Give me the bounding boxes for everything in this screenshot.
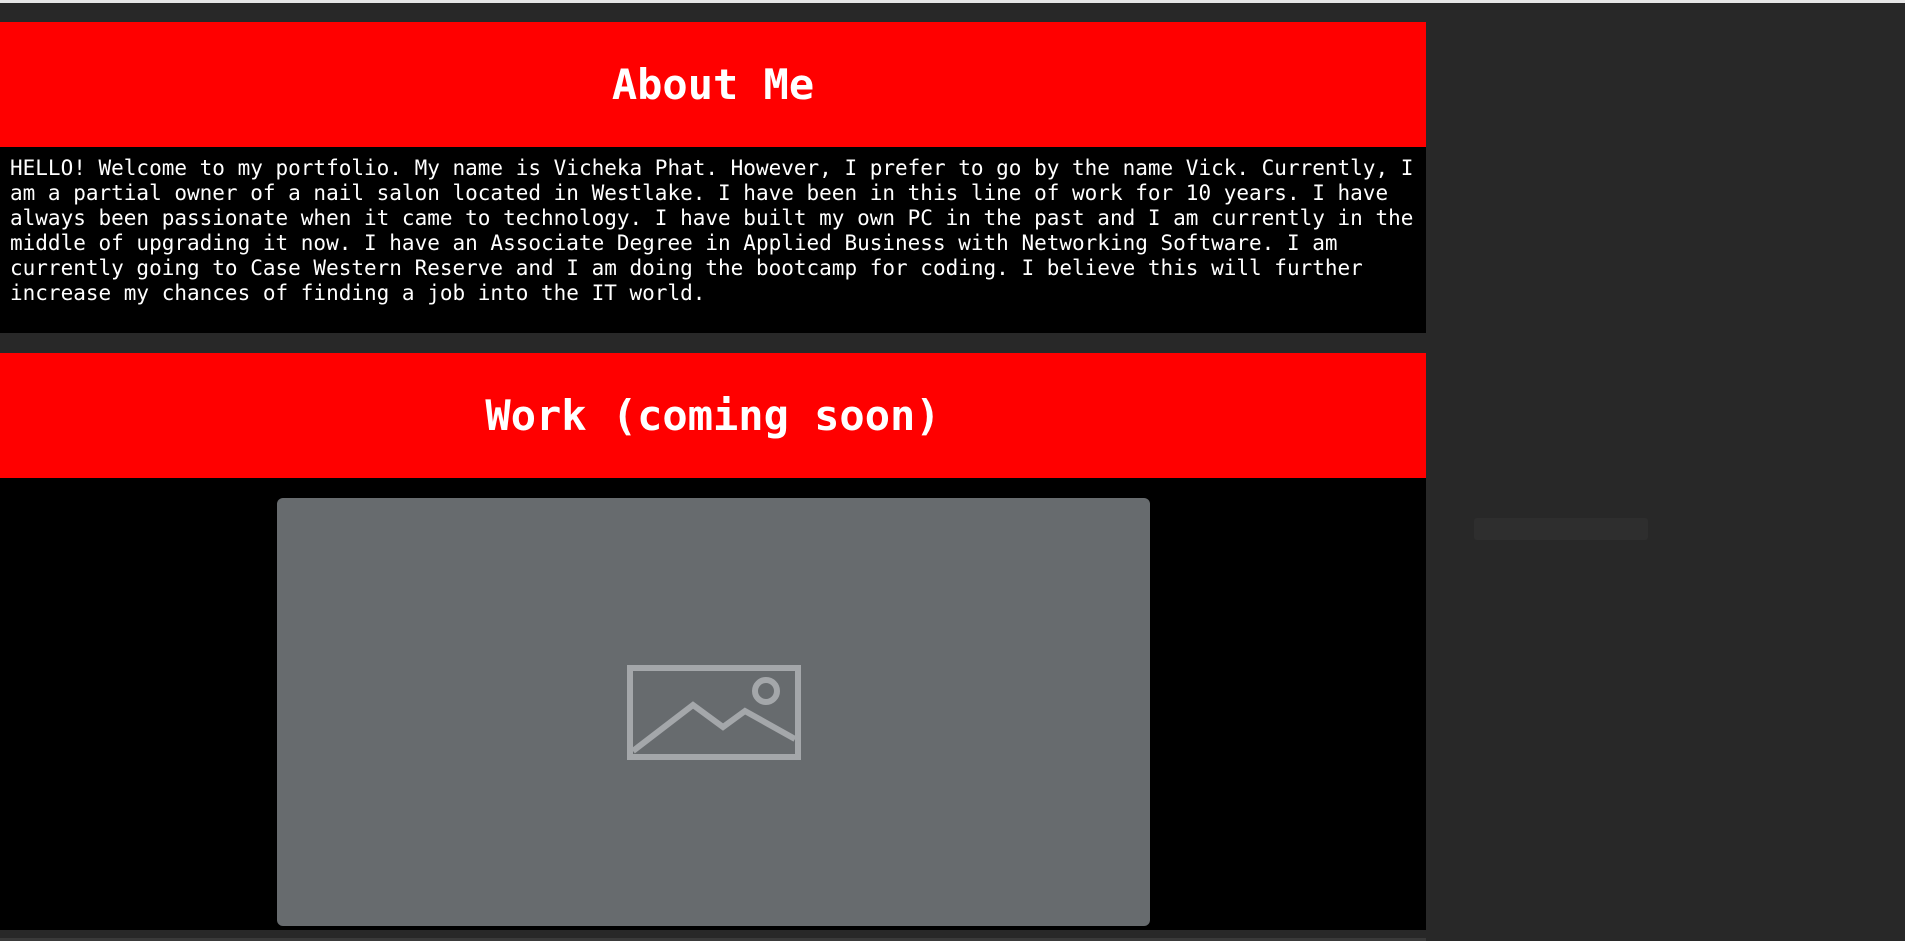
- section-divider: [0, 333, 1426, 353]
- work-gallery: [0, 478, 1426, 930]
- main-content: About Me HELLO! Welcome to my portfolio.…: [0, 22, 1426, 930]
- side-panel-badge: [1474, 518, 1648, 540]
- work-heading: Work (coming soon): [485, 391, 941, 440]
- about-section: About Me HELLO! Welcome to my portfolio.…: [0, 22, 1426, 333]
- about-description: HELLO! Welcome to my portfolio. My name …: [0, 147, 1426, 333]
- right-side-panel: [1426, 3, 1905, 941]
- image-placeholder-icon: [626, 664, 801, 760]
- about-banner: About Me: [0, 22, 1426, 147]
- work-banner: Work (coming soon): [0, 353, 1426, 478]
- work-image-placeholder[interactable]: [277, 498, 1150, 926]
- about-heading: About Me: [611, 60, 815, 109]
- work-section: Work (coming soon): [0, 353, 1426, 930]
